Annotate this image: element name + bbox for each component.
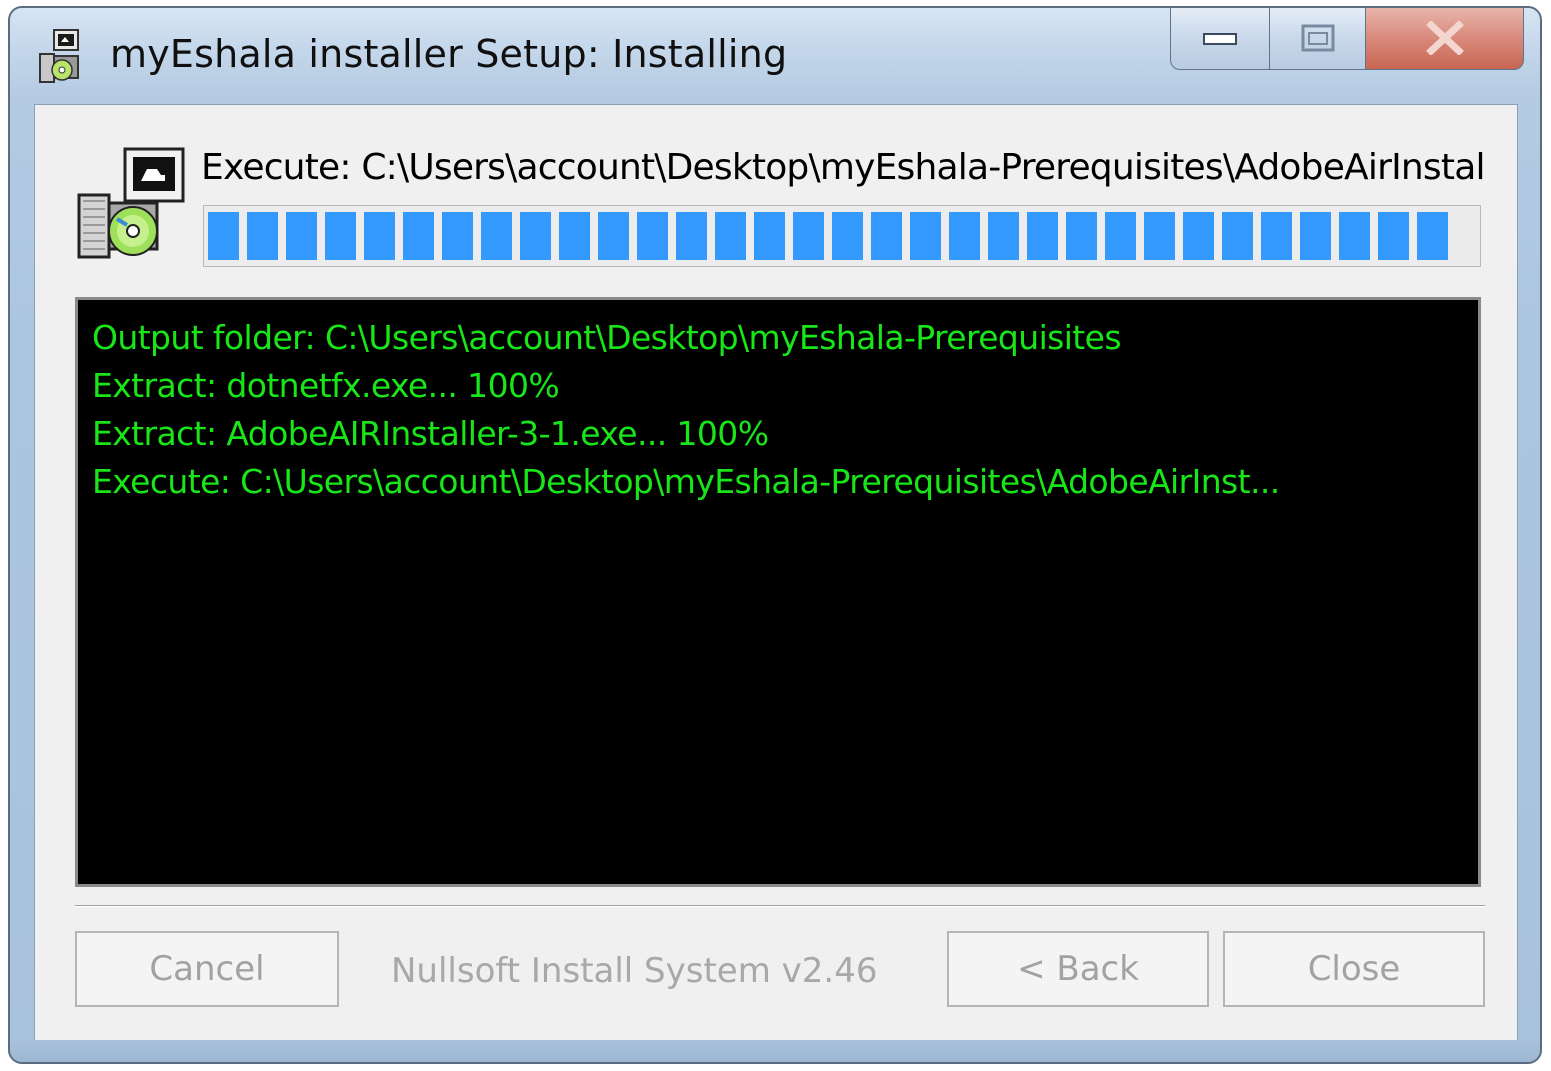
footer-separator [75,905,1485,907]
progress-bar [203,205,1481,267]
details-log[interactable]: Output folder: C:\Users\account\Desktop\… [75,297,1481,887]
back-button[interactable]: < Back [947,931,1209,1007]
log-line: Output folder: C:\Users\account\Desktop\… [92,318,1122,357]
maximize-icon [1301,24,1334,52]
close-icon [1425,21,1464,55]
window-title: myEshala installer Setup: Installing [110,32,788,76]
window-bottom-frame [10,1040,1540,1062]
branding-text: Nullsoft Install System v2.46 [391,951,878,991]
caption-buttons [1170,8,1524,70]
status-text: Execute: C:\Users\account\Desktop\myEsha… [201,147,1485,188]
minimize-icon [1203,33,1237,45]
log-line: Extract: dotnetfx.exe... 100% [92,366,560,405]
close-button[interactable]: Close [1223,931,1485,1007]
setup-app-icon [39,29,79,83]
log-line: Execute: C:\Users\account\Desktop\myEsha… [92,462,1280,501]
installer-client-area: Execute: C:\Users\account\Desktop\myEsha… [34,104,1518,1044]
installer-cd-icon [77,147,185,259]
cancel-button[interactable]: Cancel [75,931,339,1007]
log-line: Extract: AdobeAIRInstaller-3-1.exe... 10… [92,414,769,453]
title-bar[interactable]: myEshala installer Setup: Installing [10,8,1540,104]
maximize-button[interactable] [1270,8,1366,70]
installer-window: myEshala installer Setup: Installing Exe… [8,6,1542,1064]
minimize-button[interactable] [1170,8,1270,70]
close-window-button[interactable] [1366,8,1524,70]
progress-bar-fill [208,212,1451,260]
